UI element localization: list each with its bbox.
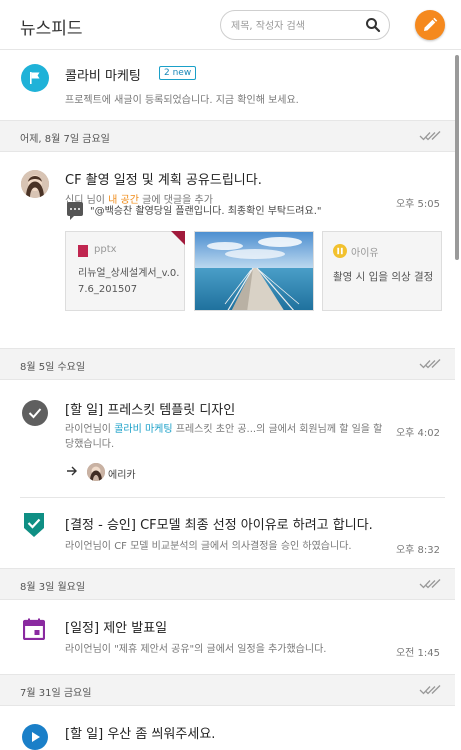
double-check-icon[interactable]	[419, 578, 441, 590]
project-flag	[21, 64, 49, 92]
idea-label: 아이유	[351, 248, 379, 259]
todo-check-icon	[22, 400, 48, 426]
play-icon	[22, 724, 48, 750]
attachment-image[interactable]	[194, 231, 314, 311]
date-separator: 어제, 8월 7일 금요일	[0, 120, 455, 152]
post-title[interactable]: [결정 - 승인] CF모델 최종 선정 아이유로 하려고 합니다.	[65, 514, 373, 533]
file-type: pptx	[94, 244, 117, 255]
assignee-avatar[interactable]	[87, 463, 105, 481]
arrow-right-icon	[67, 466, 77, 476]
post-time: 오후 4:02	[395, 428, 440, 439]
scrollbar-thumb[interactable]	[455, 55, 459, 260]
post-time: 오후 5:05	[395, 199, 440, 210]
avatar-photo	[21, 170, 49, 198]
date-separator: 8월 5일 수요일	[0, 348, 455, 380]
pencil-icon	[424, 17, 438, 31]
double-check-icon[interactable]	[419, 358, 441, 370]
file-name: 리뉴얼_상세설계서_v.0.7.6_201507	[78, 268, 180, 295]
author-name[interactable]: 라이언	[65, 644, 93, 655]
flag-icon	[30, 72, 40, 84]
avatar-photo	[87, 463, 105, 481]
new-badge: 2 new	[159, 66, 197, 80]
comment-icon	[67, 202, 83, 220]
assignee-name[interactable]: 에리카	[108, 466, 136, 481]
search-box[interactable]	[220, 10, 390, 40]
post-title[interactable]: [할 일] 우산 좀 씌워주세요.	[65, 723, 215, 742]
date-label: 7월 31일 금요일	[20, 688, 92, 699]
calendar-icon	[23, 618, 45, 640]
pause-circle-icon	[333, 244, 347, 258]
top-bar: 뉴스피드	[0, 0, 461, 50]
date-separator: 8월 3일 월요일	[0, 568, 455, 600]
check-icon	[28, 408, 42, 419]
date-label: 8월 3일 월요일	[20, 582, 86, 593]
search-icon[interactable]	[365, 17, 381, 33]
post-title[interactable]: [일정] 제안 발표일	[65, 617, 167, 636]
post-time: 오전 1:45	[395, 648, 440, 659]
date-separator: 7월 31일 금요일	[0, 674, 455, 706]
search-input[interactable]	[231, 17, 361, 35]
post-meta: 라이언님이 CF 모델 비교분석의 글에서 의사결정을 승인 하였습니다.	[65, 541, 352, 552]
double-check-icon[interactable]	[419, 684, 441, 696]
author-name[interactable]: 라이언	[65, 541, 93, 552]
idea-text: 촬영 시 입을 의상 결정	[333, 271, 434, 283]
date-label: 8월 5일 수요일	[20, 362, 86, 373]
project-notification[interactable]: 콜라비 마케팅 2 new 프로젝트에 새글이 등록되었습니다. 지금 확인해 …	[0, 50, 455, 120]
attachment-idea[interactable]: 아이유 촬영 시 입을 의상 결정	[322, 231, 442, 311]
feed-post[interactable]: CF 촬영 일정 및 계획 공유드립니다. 신디 님이 내 공간 글에 댓글을 …	[0, 152, 455, 348]
document-icon	[78, 245, 88, 257]
pier-image	[195, 232, 313, 310]
feed-post[interactable]: [할 일] 프레스킷 템플릿 디자인 라이언님이 콜라비 마케팅 프레스킷 초안…	[0, 380, 455, 498]
feed-post[interactable]: [일정] 제안 발표일 라이언님이 "제휴 제안서 공유"의 글에서 일정을 추…	[0, 600, 455, 675]
post-title[interactable]: [할 일] 프레스킷 템플릿 디자인	[65, 399, 235, 418]
post-meta: 라이언님이 "제휴 제안서 공유"의 글에서 일정을 추가했습니다.	[65, 644, 327, 655]
compose-button[interactable]	[415, 10, 445, 40]
double-check-icon[interactable]	[419, 130, 441, 142]
attachment-file[interactable]: pptx 리뉴얼_상세설계서_v.0.7.6_201507	[65, 231, 185, 311]
author-name[interactable]: 라이언	[65, 424, 93, 435]
post-meta: 라이언님이 콜라비 마케팅 프레스킷 초안 공...의 글에서 회원님께 할 일…	[65, 424, 383, 450]
shield-check-icon	[24, 513, 44, 537]
post-time: 오후 8:32	[395, 545, 440, 556]
avatar[interactable]	[21, 170, 49, 198]
comment-text: "@백승찬 촬영당일 플랜입니다. 최종확인 부탁드려요."	[90, 206, 322, 217]
project-link[interactable]: 콜라비 마케팅	[114, 424, 172, 435]
file-corner-mark	[171, 231, 185, 245]
project-description: 프로젝트에 새글이 등록되었습니다. 지금 확인해 보세요.	[65, 95, 299, 106]
project-name[interactable]: 콜라비 마케팅	[65, 65, 141, 84]
date-label: 어제, 8월 7일 금요일	[20, 134, 110, 145]
page-title: 뉴스피드	[20, 19, 83, 39]
feed-post[interactable]: [할 일] 우산 좀 씌워주세요.	[0, 706, 455, 750]
post-title[interactable]: CF 촬영 일정 및 계획 공유드립니다.	[65, 169, 262, 188]
